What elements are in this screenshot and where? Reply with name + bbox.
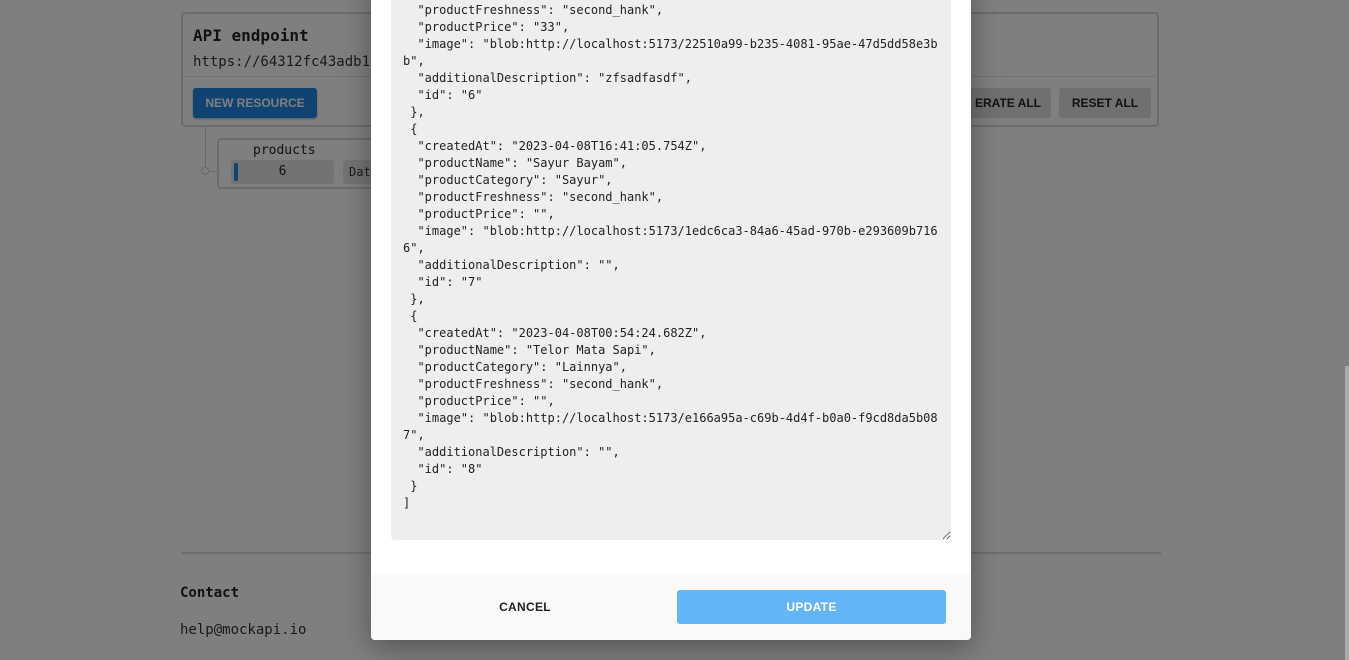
json-data-textarea[interactable]: "productCategory": "Buah", "productFresh… bbox=[391, 0, 951, 540]
update-button[interactable]: UPDATE bbox=[677, 590, 946, 624]
edit-data-dialog: "productCategory": "Buah", "productFresh… bbox=[371, 0, 971, 640]
page-scrollbar[interactable] bbox=[1345, 366, 1349, 660]
dialog-footer: CANCEL UPDATE bbox=[371, 574, 971, 640]
cancel-button[interactable]: CANCEL bbox=[391, 590, 659, 624]
